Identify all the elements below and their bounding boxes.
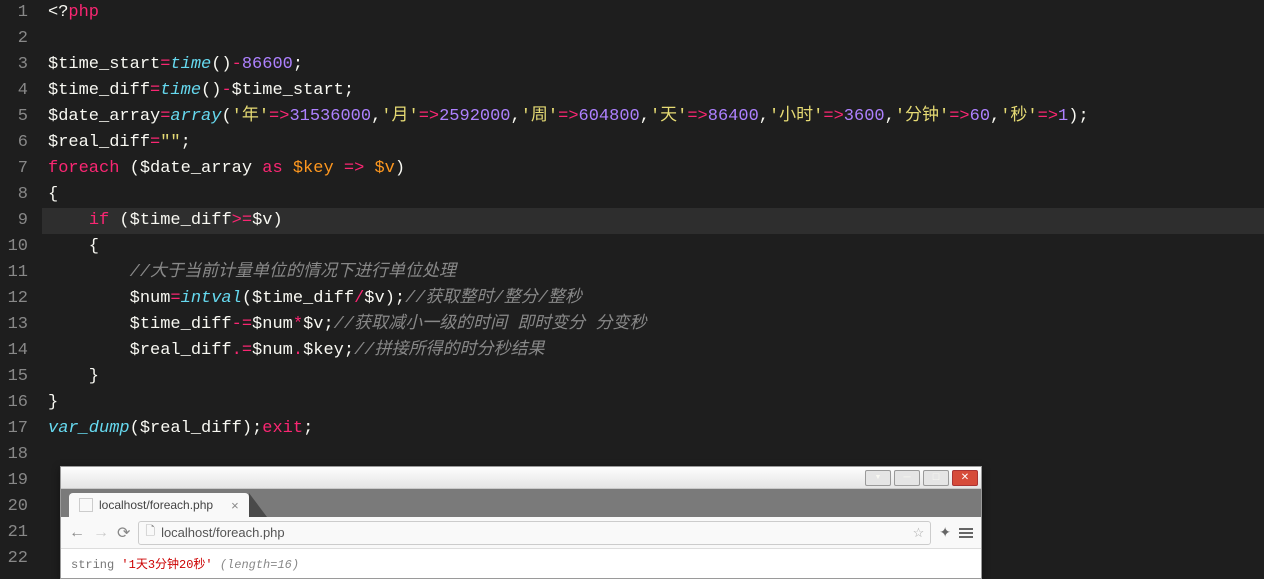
code-line[interactable]: if ($time_diff>=$v) [42, 208, 1264, 234]
code-line[interactable]: { [42, 234, 1264, 260]
menu-button[interactable] [959, 528, 973, 538]
code-line[interactable]: var_dump($real_diff);exit; [42, 416, 1264, 442]
line-number: 4 [0, 78, 28, 104]
new-tab-button[interactable] [249, 493, 267, 517]
browser-window: localhost/foreach.php × ← → ⟳ 🗋 localhos… [60, 466, 982, 579]
line-number: 12 [0, 286, 28, 312]
browser-addressbar: ← → ⟳ 🗋 localhost/foreach.php ☆ ✦ [61, 517, 981, 549]
line-number: 22 [0, 546, 28, 572]
line-number: 3 [0, 52, 28, 78]
line-number: 20 [0, 494, 28, 520]
tab-title: localhost/foreach.php [99, 498, 213, 512]
code-line[interactable]: $real_diff=""; [42, 130, 1264, 156]
code-line[interactable]: <?php [42, 0, 1264, 26]
code-line[interactable]: $real_diff.=$num.$key;//拼接所得的时分秒结果 [42, 338, 1264, 364]
line-number: 17 [0, 416, 28, 442]
line-number: 15 [0, 364, 28, 390]
line-number: 2 [0, 26, 28, 52]
code-line[interactable]: $time_diff=time()-$time_start; [42, 78, 1264, 104]
url-text: localhost/foreach.php [161, 525, 285, 540]
output-length: (length=16) [220, 558, 299, 572]
window-maximize-button[interactable] [923, 470, 949, 486]
forward-button[interactable]: → [93, 524, 109, 542]
extensions-icon[interactable]: ✦ [939, 524, 951, 541]
code-line[interactable]: $time_diff-=$num*$v;//获取减小一级的时间 即时变分 分变秒 [42, 312, 1264, 338]
line-number: 19 [0, 468, 28, 494]
line-number: 7 [0, 156, 28, 182]
output-value: '1天3分钟20秒' [121, 558, 212, 572]
window-titlebar [61, 467, 981, 489]
line-number: 6 [0, 130, 28, 156]
code-line[interactable]: } [42, 390, 1264, 416]
line-number: 21 [0, 520, 28, 546]
bookmark-star-icon[interactable]: ☆ [913, 525, 925, 541]
line-number: 14 [0, 338, 28, 364]
code-line[interactable]: foreach ($date_array as $key => $v) [42, 156, 1264, 182]
page-icon: 🗋 [145, 522, 155, 543]
line-number: 11 [0, 260, 28, 286]
line-number: 1 [0, 0, 28, 26]
code-line[interactable]: } [42, 364, 1264, 390]
window-minimize-button[interactable] [894, 470, 920, 486]
page-content: string '1天3分钟20秒' (length=16) [61, 549, 981, 578]
browser-tabbar: localhost/foreach.php × [61, 489, 981, 517]
code-line[interactable]: $date_array=array('年'=>31536000,'月'=>259… [42, 104, 1264, 130]
page-favicon [79, 498, 93, 512]
tab-close-icon[interactable]: × [231, 498, 239, 513]
browser-tab[interactable]: localhost/foreach.php × [69, 493, 249, 517]
output-type: string [71, 558, 114, 572]
reload-button[interactable]: ⟳ [117, 523, 130, 543]
code-line[interactable] [42, 26, 1264, 52]
line-number: 8 [0, 182, 28, 208]
back-button[interactable]: ← [69, 524, 85, 542]
line-number: 5 [0, 104, 28, 130]
line-number: 10 [0, 234, 28, 260]
window-dropdown-button[interactable] [865, 470, 891, 486]
line-number: 13 [0, 312, 28, 338]
code-line[interactable]: $num=intval($time_diff/$v);//获取整时/整分/整秒 [42, 286, 1264, 312]
code-line[interactable]: $time_start=time()-86600; [42, 52, 1264, 78]
line-number: 18 [0, 442, 28, 468]
line-number: 9 [0, 208, 28, 234]
line-number: 16 [0, 390, 28, 416]
code-line[interactable]: //大于当前计量单位的情况下进行单位处理 [42, 260, 1264, 286]
window-close-button[interactable] [952, 470, 978, 486]
code-line[interactable]: { [42, 182, 1264, 208]
code-line[interactable] [42, 442, 1264, 468]
url-input[interactable]: 🗋 localhost/foreach.php ☆ [138, 521, 931, 545]
line-number-gutter: 12345678910111213141516171819202122 [0, 0, 42, 572]
